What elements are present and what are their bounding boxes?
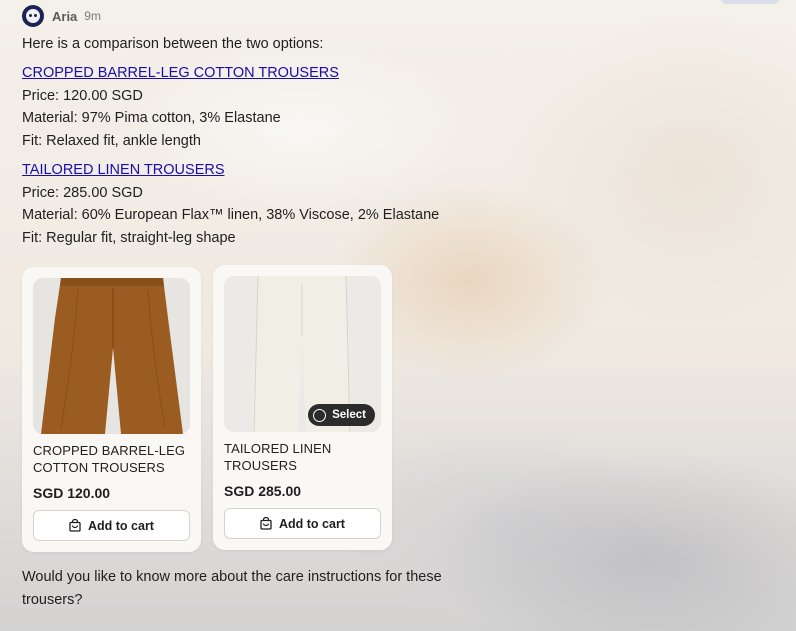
product-summary-2: TAILORED LINEN TROUSERS Price: 285.00 SG… <box>22 159 439 249</box>
radio-circle-icon <box>313 408 327 422</box>
shopping-bag-icon <box>260 517 272 530</box>
product-name: CROPPED BARREL-LEG COTTON TROUSERS <box>33 443 186 475</box>
product-fit-line: Fit: Relaxed fit, ankle length <box>22 132 201 149</box>
product-price-line: Price: 120.00 SGD <box>22 87 143 104</box>
sender-name: Aria <box>52 8 78 24</box>
product-link-1[interactable]: CROPPED BARREL-LEG COTTON TROUSERS <box>22 62 339 85</box>
message-intro: Here is a comparison between the two opt… <box>22 36 324 52</box>
add-to-cart-button[interactable]: Add to cart <box>33 510 190 541</box>
product-name: TAILORED LINEN TROUSERS <box>224 441 332 473</box>
bot-avatar-icon <box>22 5 44 27</box>
product-link-2[interactable]: TAILORED LINEN TROUSERS <box>22 159 439 182</box>
product-image-trousers-brown[interactable] <box>33 278 190 434</box>
product-material-line: Material: 60% European Flax™ linen, 38% … <box>22 207 440 223</box>
product-price-line: Price: 285.00 SGD <box>22 184 143 201</box>
select-button[interactable]: Select <box>308 404 375 426</box>
product-price: SGD 120.00 <box>33 485 111 501</box>
message-outro: Would you like to know more about the ca… <box>22 569 442 608</box>
add-to-cart-label: Add to cart <box>88 518 154 533</box>
message-header: Aria 9m <box>22 4 101 28</box>
product-card-1[interactable]: CROPPED BARREL-LEG COTTON TROUSERS SGD 1… <box>22 267 201 552</box>
product-image-trousers-linen[interactable]: Select <box>224 276 381 432</box>
product-summary-1: CROPPED BARREL-LEG COTTON TROUSERS Price… <box>22 62 339 152</box>
shopping-bag-icon <box>69 519 81 532</box>
select-label: Select <box>332 409 366 421</box>
product-fit-line: Fit: Regular fit, straight-leg shape <box>22 229 236 246</box>
add-to-cart-label: Add to cart <box>279 516 345 531</box>
product-price: SGD 285.00 <box>224 483 302 499</box>
message-time: 9m <box>84 9 101 23</box>
background-decoration <box>720 0 780 4</box>
add-to-cart-button[interactable]: Add to cart <box>224 508 381 539</box>
product-card-2[interactable]: Select TAILORED LINEN TROUSERS SGD 285.0… <box>213 265 392 550</box>
product-material-line: Material: 97% Pima cotton, 3% Elastane <box>22 110 281 126</box>
